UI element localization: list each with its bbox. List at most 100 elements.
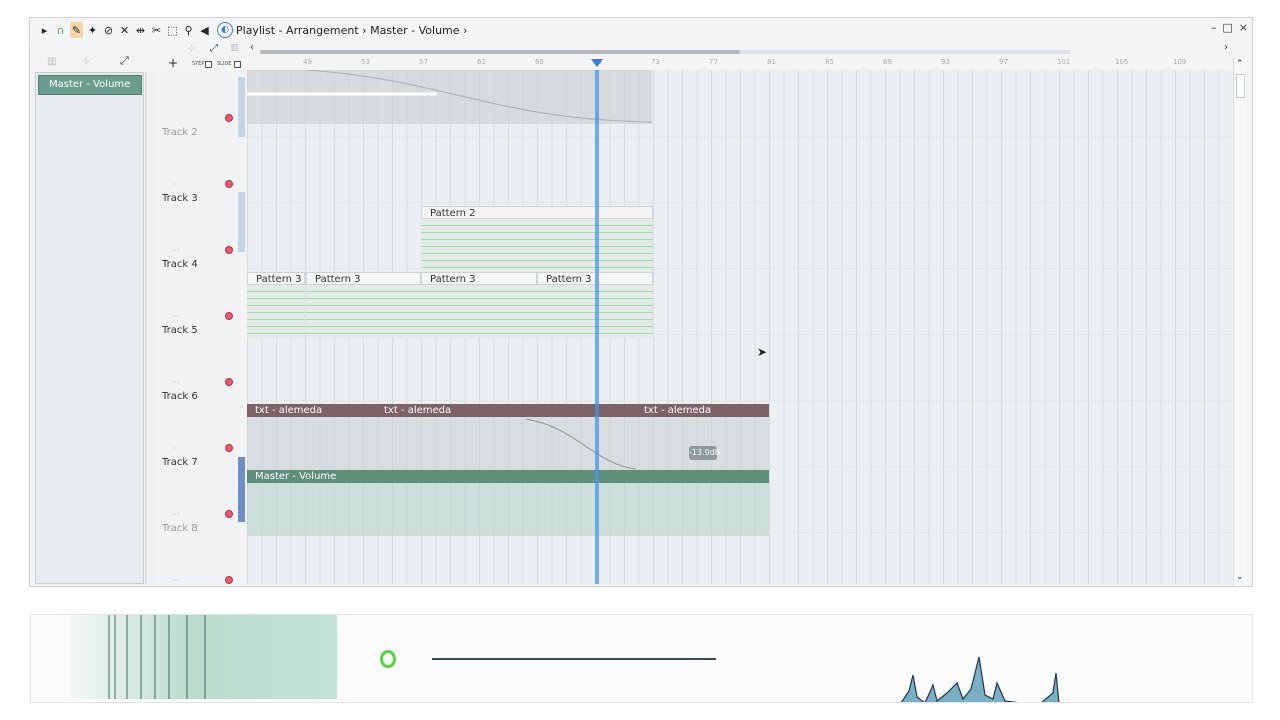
browser-panel: Master - Volume [35,72,144,584]
playback-tool-icon[interactable]: ◀ [198,22,211,38]
piano-icon[interactable]: ▥ [47,56,56,67]
track-header-panel: Track 2 ··· Track 3 ··· Track 4 ··· Trac… [160,72,245,585]
automation-clip[interactable]: Master - Volume [247,470,769,536]
step-checkbox[interactable] [205,61,212,68]
timeline-bar-number: 101 [1057,58,1071,66]
track-grip-icon: ··· [172,180,180,189]
scroll-right-icon[interactable]: › [1224,42,1228,53]
paint-tool-icon[interactable]: ✦ [86,22,99,38]
split-icon[interactable]: ⊹ [82,56,90,67]
track-mute-button[interactable] [225,180,233,188]
timeline-bar-number: 61 [477,58,486,66]
visualizer-strip [30,614,1253,703]
track-mute-button[interactable] [225,444,233,452]
track-grip-icon: ··· [172,576,180,585]
timeline-bar-number: 89 [883,58,892,66]
track-label[interactable]: Track 7 [162,457,198,468]
timeline-bar-number: 73 [651,58,660,66]
clip-header: txt - alemeda [636,404,769,417]
track-label[interactable]: Track 3 [162,193,198,204]
clip-header: Pattern 3 [306,272,421,285]
playlist-logo-icon: ◐ [217,22,233,38]
playlist-grid[interactable]: Pattern 2 Pattern 3 Pattern 3 Pattern 3 … [247,70,1232,584]
timeline-bar-number: 65 [535,58,544,66]
play-arrow-icon[interactable]: ▸ [38,22,51,38]
close-button[interactable]: × [1239,21,1248,34]
toolbar-disabled-icon: ⊹ [188,44,196,54]
track-mute-button[interactable] [225,246,233,254]
track-label[interactable]: Track 8 [162,523,198,534]
playhead-marker-icon[interactable] [591,59,603,67]
browser-scrollbar[interactable] [145,72,155,584]
track-mute-button[interactable] [225,114,233,122]
track-mute-button[interactable] [225,312,233,320]
mouse-cursor-icon: ➤ [757,345,768,359]
track-divider [247,136,1232,137]
audio-clip[interactable]: txt - alemeda [636,404,769,470]
zoom-tool-icon[interactable]: ⚲ [182,22,195,38]
pattern-clip[interactable]: Pattern 3 [421,272,537,338]
timeline-bar-number: 77 [709,58,718,66]
audio-clip[interactable]: txt - alemeda [247,404,376,470]
track-grip-icon: ··· [172,246,180,255]
oscilloscope-ring [380,650,396,668]
track-grip-icon: ··· [172,510,180,519]
timeline-bar-number: 53 [361,58,370,66]
browser-item-master-volume[interactable]: Master - Volume [38,75,142,95]
track-mute-button[interactable] [225,510,233,518]
track-grip-icon: ··· [172,444,180,453]
track-label[interactable]: Track 4 [162,259,198,270]
pattern-clip[interactable]: Pattern 3 [247,272,305,338]
clip-body [247,417,376,470]
slip-tool-icon[interactable]: ⇹ [134,22,147,38]
link-icon[interactable]: ⤢ [120,54,129,68]
horizontal-scrollbar[interactable]: ‹ › [250,42,1230,56]
track-mute-button[interactable] [225,576,233,584]
clip-header: Pattern 3 [421,272,537,285]
minimize-button[interactable]: – [1211,21,1217,34]
clip-header: Pattern 3 [247,272,305,285]
scroll-thumb[interactable] [1236,74,1245,98]
breadcrumb-end[interactable]: › [463,24,467,37]
clip-body [247,285,305,338]
timeline-ruler[interactable]: 4953576165697377818589939710110510911311… [247,57,1232,69]
track-mute-button[interactable] [225,378,233,386]
track-label[interactable]: Track 6 [162,391,198,402]
track-divider [247,400,1232,401]
timeline-bar-number: 57 [419,58,428,66]
spectrogram [69,615,337,699]
waveform-line [432,658,716,660]
magnet-icon[interactable]: ∩ [54,22,67,38]
add-track-button[interactable]: + [168,56,178,70]
scroll-thumb[interactable] [260,50,740,54]
scroll-down-icon[interactable]: ⌄ [1236,572,1244,582]
maximize-button[interactable]: □ [1222,21,1232,34]
breadcrumb-separator: › [362,23,367,37]
timeline-bar-number: 109 [1173,58,1187,66]
track-label[interactable]: Track 2 [162,127,198,138]
slice-tool-icon[interactable]: ✂ [150,22,163,38]
pattern-clip[interactable]: Pattern 3 [306,272,421,338]
slide-checkbox[interactable] [234,61,241,68]
curve-icon[interactable]: ⤢ [210,43,218,54]
breadcrumb-pattern[interactable]: Master - Volume [370,24,459,37]
select-tool-icon[interactable]: ⬚ [166,22,179,38]
playlist-window: ▸ ∩ ✎ ✦ ⊘ ✕ ⇹ ✂ ⬚ ⚲ ◀ ◐ Playlist - Arran… [29,17,1253,587]
delete-tool-icon[interactable]: ⊘ [102,22,115,38]
scroll-up-icon[interactable]: ⌃ [1236,59,1244,69]
track-label[interactable]: Track 5 [162,325,198,336]
playhead[interactable] [595,70,599,584]
pattern-clip[interactable]: Pattern 2 [421,206,653,272]
waveform-clip[interactable] [247,70,652,124]
track-color-strip [238,457,245,522]
mute-tool-icon[interactable]: ✕ [118,22,131,38]
scroll-left-icon[interactable]: ‹ [250,42,254,53]
clip-header: Pattern 2 [421,206,653,219]
track-color-strip [238,192,245,252]
grid-icon[interactable]: ▥ [230,43,239,53]
timeline-bar-number: 81 [767,58,776,66]
draw-tool-icon[interactable]: ✎ [70,22,83,38]
vertical-scrollbar[interactable]: ⌃ ⌄ [1233,58,1247,586]
spectrogram-lines-icon [108,615,206,699]
clip-header: Master - Volume [247,470,769,483]
